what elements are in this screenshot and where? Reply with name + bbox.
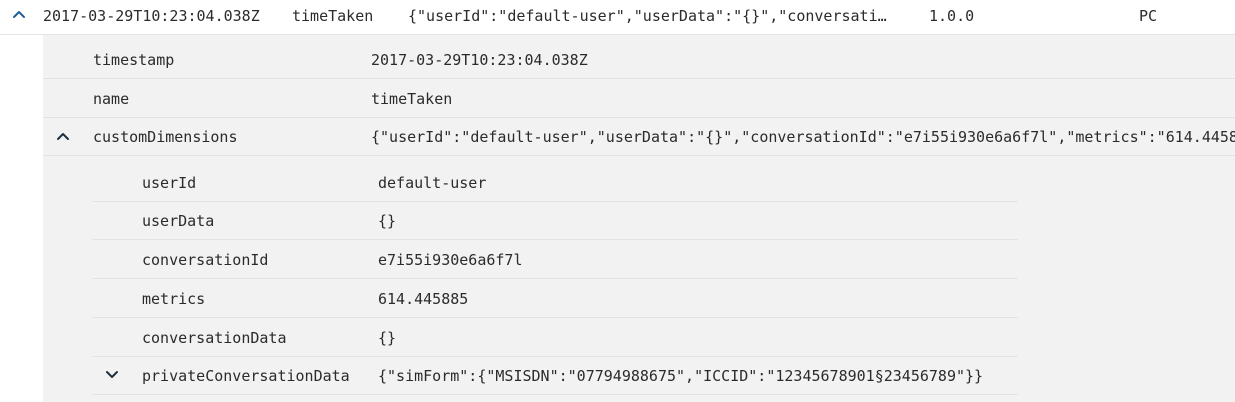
custom-dimension-key: userData [142, 212, 215, 230]
chevron-up-icon[interactable] [12, 9, 26, 19]
chevron-down-icon[interactable] [105, 370, 119, 380]
entry-name: timeTaken [292, 7, 374, 25]
custom-dimension-value: {} [378, 212, 397, 230]
custom-dimension-value: 614.445885 [378, 290, 469, 308]
custom-dimension-value: {} [378, 329, 397, 347]
custom-dimension-row: userId default-user [92, 164, 1018, 202]
custom-dimension-row: metrics 614.445885 [92, 280, 1018, 318]
log-entry-row[interactable]: 2017-03-29T10:23:04.038Z timeTaken {"use… [0, 0, 1235, 35]
custom-dimension-key: conversationData [142, 329, 287, 347]
detail-key: timestamp [93, 51, 175, 69]
detail-key: name [93, 90, 130, 108]
detail-row-custom-dimensions[interactable]: customDimensions {"userId":"default-user… [43, 118, 1235, 156]
custom-dimension-row: conversationData {} [92, 319, 1018, 357]
entry-timestamp: 2017-03-29T10:23:04.038Z [43, 7, 260, 25]
detail-row-timestamp: timestamp 2017-03-29T10:23:04.038Z [43, 41, 1235, 79]
custom-dimension-key: privateConversationData [142, 367, 350, 385]
custom-dimension-row: conversationId e7i55i930e6a6f7l [92, 241, 1018, 279]
detail-value: {"userId":"default-user","userData":"{}"… [371, 128, 1235, 146]
entry-platform: PC [1139, 7, 1158, 25]
detail-key: customDimensions [93, 128, 238, 146]
custom-dimension-row: userData {} [92, 202, 1018, 240]
custom-dimension-value: e7i55i930e6a6f7l [378, 251, 523, 269]
custom-dimension-key: conversationId [142, 251, 269, 269]
custom-dimension-row-private-conversation-data[interactable]: privateConversationData {"simForm":{"MSI… [92, 357, 1018, 395]
custom-dimension-key: userId [142, 174, 197, 192]
detail-value: timeTaken [371, 90, 453, 108]
entry-custom-dimensions: {"userId":"default-user","userData":"{}"… [408, 7, 887, 25]
chevron-up-icon[interactable] [56, 131, 70, 141]
custom-dimension-value: default-user [378, 174, 487, 192]
entry-version: 1.0.0 [929, 7, 975, 25]
custom-dimension-value: {"simForm":{"MSISDN":"07794988675","ICCI… [378, 367, 984, 385]
detail-value: 2017-03-29T10:23:04.038Z [371, 51, 588, 69]
custom-dimension-key: metrics [142, 290, 206, 308]
detail-row-name: name timeTaken [43, 80, 1235, 118]
